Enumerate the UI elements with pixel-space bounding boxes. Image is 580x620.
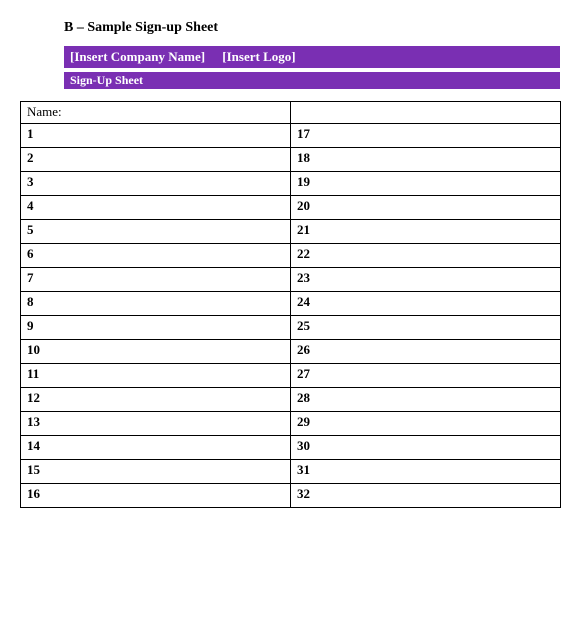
row-left: 15: [21, 460, 291, 484]
company-header-bar: [Insert Company Name] [Insert Logo]: [64, 46, 560, 68]
row-left: 5: [21, 220, 291, 244]
row-right: 29: [291, 412, 561, 436]
row-right: 22: [291, 244, 561, 268]
row-right: 21: [291, 220, 561, 244]
table-row: 521: [21, 220, 561, 244]
company-name-placeholder: [Insert Company Name]: [70, 49, 205, 64]
row-right: 20: [291, 196, 561, 220]
signup-subheader-bar: Sign-Up Sheet: [64, 72, 560, 89]
table-row: 1127: [21, 364, 561, 388]
row-right: 27: [291, 364, 561, 388]
row-right: 17: [291, 124, 561, 148]
row-right: 19: [291, 172, 561, 196]
signup-table: Name: 117 218 319 420 521 622 723 824 92…: [20, 101, 561, 508]
row-right: 26: [291, 340, 561, 364]
table-row: 319: [21, 172, 561, 196]
name-blank-cell: [291, 102, 561, 124]
row-right: 23: [291, 268, 561, 292]
row-left: 8: [21, 292, 291, 316]
table-row: 1531: [21, 460, 561, 484]
table-row: 420: [21, 196, 561, 220]
row-left: 2: [21, 148, 291, 172]
row-left: 1: [21, 124, 291, 148]
row-left: 14: [21, 436, 291, 460]
row-left: 11: [21, 364, 291, 388]
table-row: 925: [21, 316, 561, 340]
table-row: 723: [21, 268, 561, 292]
row-left: 6: [21, 244, 291, 268]
table-row: 1329: [21, 412, 561, 436]
row-right: 25: [291, 316, 561, 340]
row-right: 24: [291, 292, 561, 316]
table-row: 622: [21, 244, 561, 268]
row-left: 13: [21, 412, 291, 436]
row-left: 10: [21, 340, 291, 364]
table-row: 218: [21, 148, 561, 172]
row-left: 3: [21, 172, 291, 196]
table-row: 117: [21, 124, 561, 148]
logo-placeholder: [Insert Logo]: [222, 49, 295, 64]
row-right: 30: [291, 436, 561, 460]
document-title: B – Sample Sign-up Sheet: [64, 20, 560, 36]
table-row: 1632: [21, 484, 561, 508]
table-header-row: Name:: [21, 102, 561, 124]
row-left: 9: [21, 316, 291, 340]
name-label-cell: Name:: [21, 102, 291, 124]
row-left: 4: [21, 196, 291, 220]
row-right: 31: [291, 460, 561, 484]
row-right: 28: [291, 388, 561, 412]
table-row: 1228: [21, 388, 561, 412]
row-left: 12: [21, 388, 291, 412]
row-right: 18: [291, 148, 561, 172]
row-left: 16: [21, 484, 291, 508]
table-row: 824: [21, 292, 561, 316]
row-right: 32: [291, 484, 561, 508]
table-row: 1026: [21, 340, 561, 364]
table-row: 1430: [21, 436, 561, 460]
row-left: 7: [21, 268, 291, 292]
document-page: B – Sample Sign-up Sheet [Insert Company…: [0, 0, 580, 518]
